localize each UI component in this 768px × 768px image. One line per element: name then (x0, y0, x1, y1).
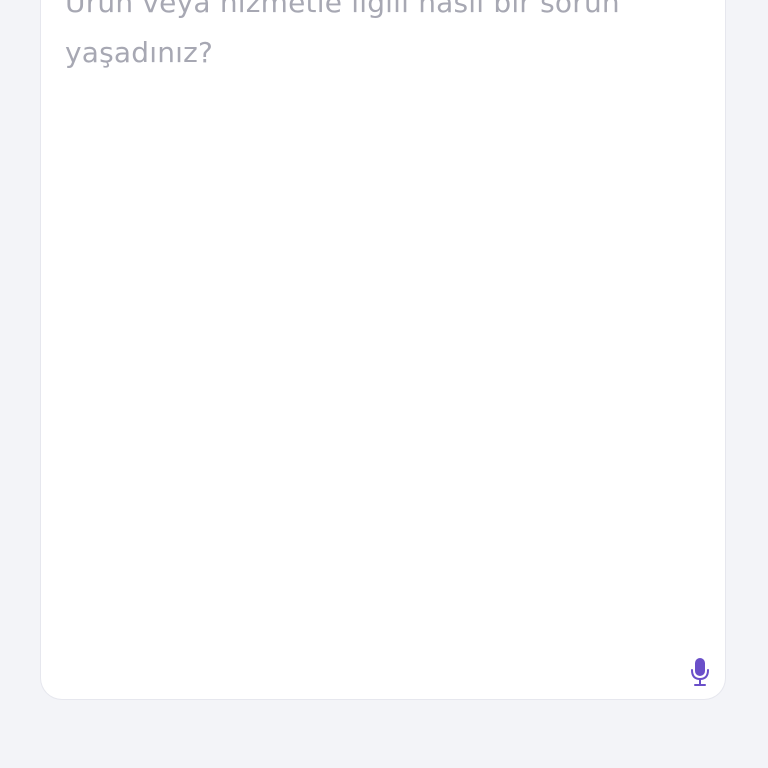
microphone-icon (691, 658, 709, 686)
feedback-card: Ürün veya hizmetle ilgili nasıl bir soru… (40, 0, 726, 700)
feedback-textarea[interactable] (41, 0, 725, 699)
microphone-button[interactable] (687, 655, 713, 689)
